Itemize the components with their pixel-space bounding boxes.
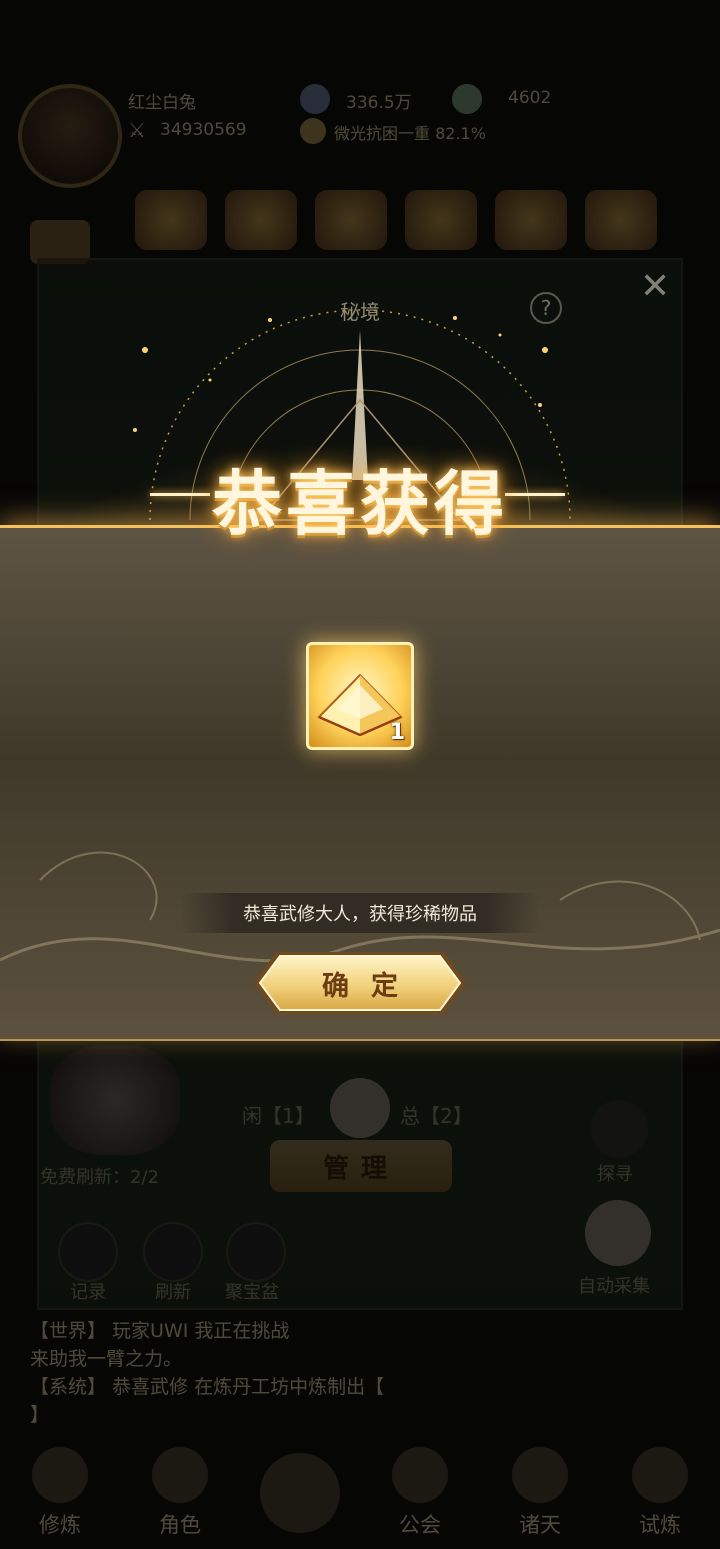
reward-message: 恭喜武修大人，获得珍稀物品 [243, 904, 477, 925]
combat-power: 34930569 [160, 120, 247, 140]
resource-1-value: 336.5万 [346, 93, 412, 113]
chat-line: 【系统】 恭喜武修 在炼丹工坊中炼制出【 [30, 1376, 385, 1398]
nav-label: 试炼 [639, 1513, 681, 1537]
chat-line: 【世界】 玩家UWI 我正在挑战 [30, 1320, 290, 1342]
resource-2-value: 4602 [508, 88, 552, 108]
player-name: 红尘白兔 [128, 93, 196, 113]
reward-quantity: 1 [389, 720, 405, 745]
nav-heavens[interactable]: 诸天 [490, 1447, 590, 1539]
nav-trial[interactable]: 试炼 [610, 1447, 710, 1539]
cultivation-icon [300, 118, 326, 144]
confirm-label: 确定 [322, 970, 420, 1002]
event-icon[interactable] [495, 190, 567, 250]
nav-guild[interactable]: 公会 [370, 1447, 470, 1539]
cultivation-progress: 微光抗困一重 82.1% [334, 124, 486, 143]
center-emblem-icon [260, 1453, 340, 1533]
chat-line: 来助我一臂之力。 [30, 1348, 183, 1370]
cultivate-icon [32, 1447, 88, 1503]
event-icon[interactable] [225, 190, 297, 250]
reward-item-slot[interactable]: 1 [306, 642, 414, 750]
player-header: 红尘白兔 ⚔ 34930569 336.5万 4602 微光抗困一重 82.1% [0, 70, 720, 188]
heavens-icon [512, 1447, 568, 1503]
event-icon[interactable] [405, 190, 477, 250]
confirm-button[interactable]: 确定 [250, 948, 470, 1018]
event-icon[interactable] [315, 190, 387, 250]
player-avatar[interactable] [18, 84, 122, 188]
chat-line: 】 [30, 1404, 50, 1426]
sword-icon: ⚔ [128, 118, 146, 142]
congrats-title: 恭喜获得 [212, 462, 508, 545]
guild-icon [392, 1447, 448, 1503]
event-icon[interactable] [135, 190, 207, 250]
nav-label: 角色 [159, 1513, 201, 1537]
nav-label: 诸天 [519, 1513, 561, 1537]
character-icon [152, 1447, 208, 1503]
nav-cultivate[interactable]: 修炼 [10, 1447, 110, 1539]
event-icon[interactable] [585, 190, 657, 250]
gem-icon[interactable] [452, 84, 482, 114]
nav-center[interactable] [250, 1453, 350, 1539]
bottom-navigation: 修炼 角色 公会 诸天 试炼 [0, 1440, 720, 1549]
spirit-stone-icon[interactable] [300, 84, 330, 114]
nav-label: 修炼 [39, 1513, 81, 1537]
nav-character[interactable]: 角色 [130, 1447, 230, 1539]
nav-label: 公会 [399, 1513, 441, 1537]
trial-icon [632, 1447, 688, 1503]
reward-message-bar: 恭喜武修大人，获得珍稀物品 [180, 893, 540, 933]
event-icon-row [135, 190, 695, 260]
